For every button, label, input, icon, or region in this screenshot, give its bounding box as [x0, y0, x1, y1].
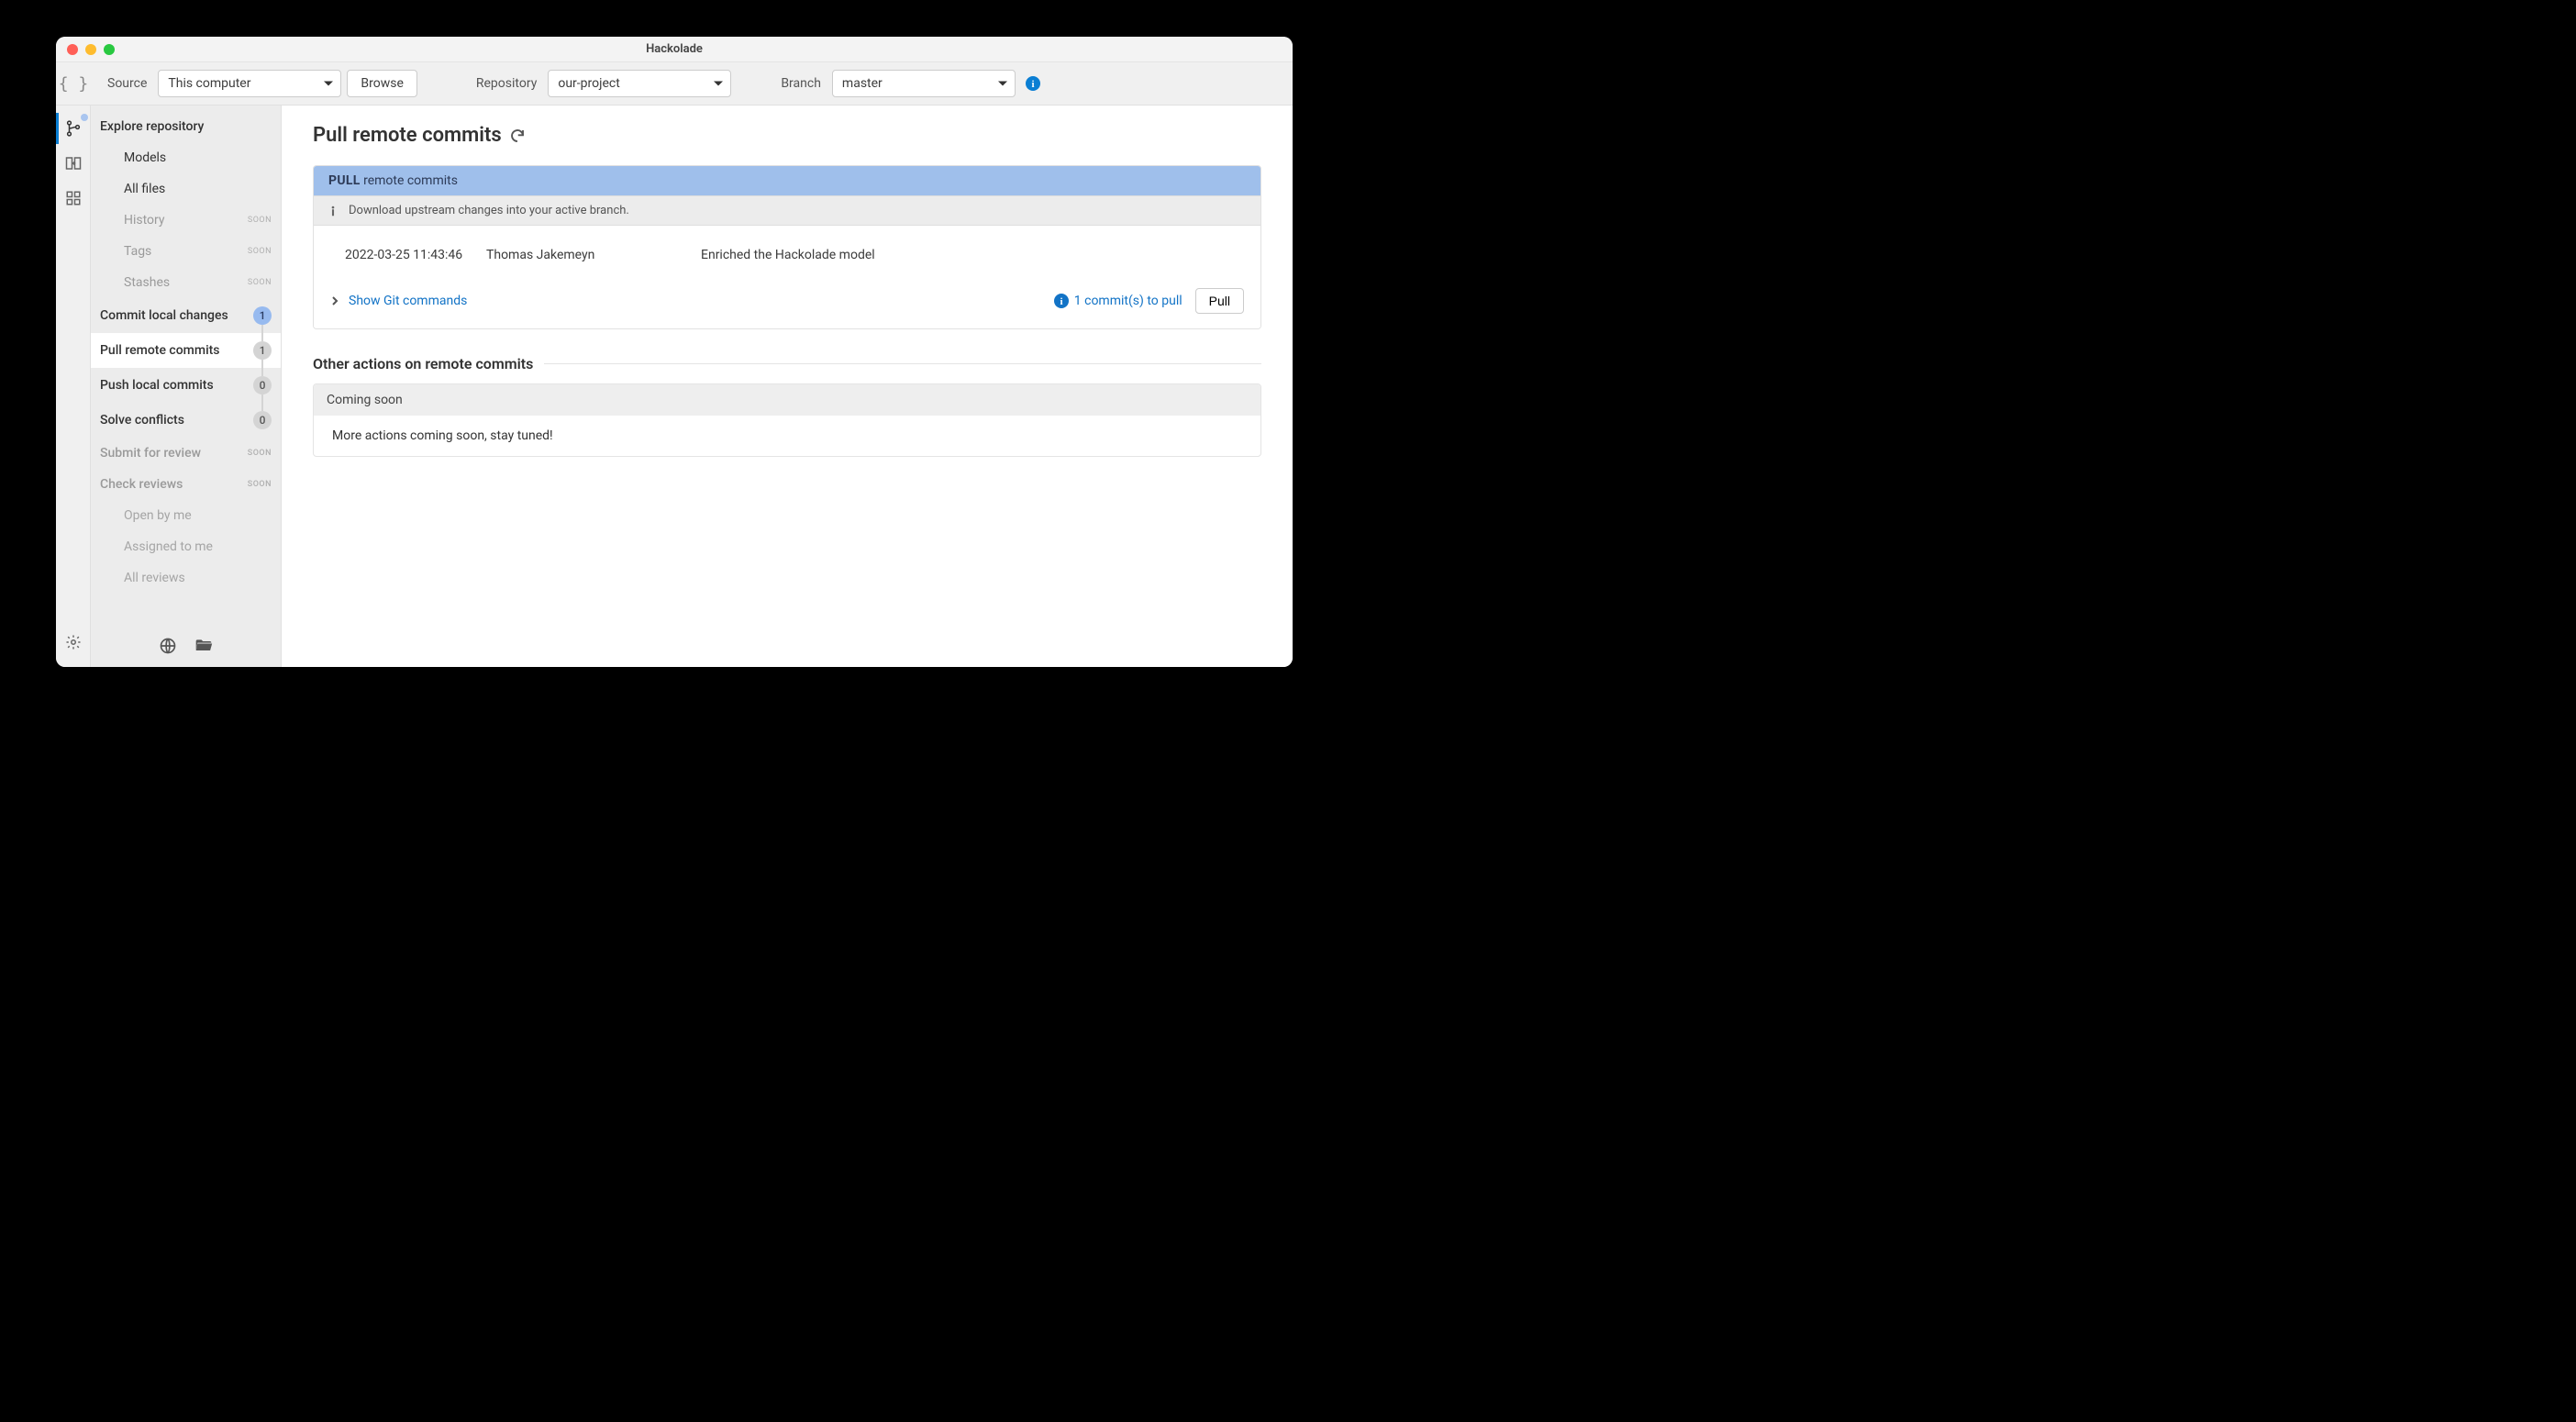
commit-row: 2022-03-25 11:43:46 Thomas Jakemeyn Enri…: [314, 226, 1260, 277]
badge-commit-count: 1: [253, 306, 272, 325]
coming-soon-body: More actions coming soon, stay tuned!: [314, 416, 1260, 456]
other-actions-title: Other actions on remote commits: [313, 355, 1261, 372]
sidebar-bottom: [91, 625, 281, 667]
commits-to-pull-info: i 1 commit(s) to pull: [1054, 294, 1183, 308]
source-select[interactable]: This computer: [158, 70, 341, 97]
globe-icon[interactable]: [159, 637, 177, 655]
nav-assigned-to-me: Assigned to me: [91, 531, 281, 562]
nav-submit-review: Submit for reviewSOON: [91, 438, 281, 469]
icon-rail: [56, 106, 91, 667]
titlebar: Hackolade: [56, 37, 1293, 62]
nav-tags: TagsSOON: [91, 236, 281, 267]
minimize-window-button[interactable]: [85, 44, 96, 55]
repository-label: Repository: [476, 76, 537, 91]
show-git-link[interactable]: Show Git commands: [349, 294, 467, 308]
pull-panel-footer: Show Git commands i 1 commit(s) to pull …: [314, 277, 1260, 328]
nav-models[interactable]: Models: [91, 142, 281, 173]
svg-text:i: i: [1060, 296, 1062, 307]
window-controls: [67, 44, 115, 55]
repository-select-value: our-project: [558, 76, 619, 91]
rail-settings-icon[interactable]: [56, 625, 91, 660]
sidebar: Explore repository Models All files Hist…: [91, 106, 282, 667]
commit-author: Thomas Jakemeyn: [486, 248, 679, 262]
main-content: Pull remote commits PULL remote commits …: [282, 106, 1293, 667]
nav-open-by-me: Open by me: [91, 500, 281, 531]
badge-conflict-count: 0: [253, 411, 272, 429]
notification-dot-icon: [81, 114, 88, 121]
badge-push-count: 0: [253, 376, 272, 394]
top-toolbar: { } Source This computer Browse Reposito…: [56, 62, 1293, 106]
nav-history: HistorySOON: [91, 205, 281, 236]
nav-pull-remote[interactable]: Pull remote commits 1: [91, 333, 281, 368]
nav-explore[interactable]: Explore repository: [91, 111, 281, 142]
rail-grid-icon[interactable]: [56, 181, 91, 216]
close-window-button[interactable]: [67, 44, 78, 55]
app-window: Hackolade { } Source This computer Brows…: [56, 37, 1293, 667]
repository-select[interactable]: our-project: [548, 70, 731, 97]
info-circle-icon: i: [1054, 294, 1069, 308]
pull-panel: PULL remote commits Download upstream ch…: [313, 165, 1261, 329]
badge-pull-count: 1: [253, 341, 272, 360]
browse-button[interactable]: Browse: [347, 70, 416, 97]
pull-panel-info: Download upstream changes into your acti…: [314, 195, 1260, 226]
commit-date: 2022-03-25 11:43:46: [345, 248, 464, 262]
rail-git-icon[interactable]: [56, 111, 91, 146]
body: Explore repository Models All files Hist…: [56, 106, 1293, 667]
chevron-right-icon: [330, 296, 339, 306]
svg-text:i: i: [1031, 79, 1034, 90]
window-title: Hackolade: [646, 42, 703, 56]
nav-check-reviews: Check reviewsSOON: [91, 469, 281, 500]
pull-panel-header: PULL remote commits: [314, 166, 1260, 195]
rail-compare-icon[interactable]: [56, 146, 91, 181]
nav-commit-local[interactable]: Commit local changes 1: [91, 298, 281, 333]
refresh-icon[interactable]: [509, 128, 526, 144]
braces-icon[interactable]: { }: [56, 74, 91, 94]
folder-open-icon[interactable]: [194, 637, 214, 655]
source-select-value: This computer: [168, 76, 250, 91]
sidebar-nav: Explore repository Models All files Hist…: [91, 106, 281, 625]
info-icon: [327, 205, 339, 217]
maximize-window-button[interactable]: [104, 44, 115, 55]
nav-stashes: StashesSOON: [91, 267, 281, 298]
branch-select-value: master: [842, 76, 883, 91]
coming-soon-header: Coming soon: [314, 384, 1260, 416]
branch-select[interactable]: master: [832, 70, 1016, 97]
branch-info-icon[interactable]: i: [1025, 75, 1041, 92]
nav-all-reviews: All reviews: [91, 562, 281, 594]
pull-button[interactable]: Pull: [1195, 288, 1244, 314]
pull-panel-body: 2022-03-25 11:43:46 Thomas Jakemeyn Enri…: [314, 226, 1260, 328]
source-label: Source: [107, 76, 147, 91]
branch-label: Branch: [781, 76, 821, 91]
nav-push-local[interactable]: Push local commits 0: [91, 368, 281, 403]
page-title: Pull remote commits: [313, 124, 1261, 147]
coming-soon-panel: Coming soon More actions coming soon, st…: [313, 383, 1261, 457]
nav-solve-conflicts[interactable]: Solve conflicts 0: [91, 403, 281, 438]
commit-message: Enriched the Hackolade model: [701, 248, 875, 262]
nav-all-files[interactable]: All files: [91, 173, 281, 205]
